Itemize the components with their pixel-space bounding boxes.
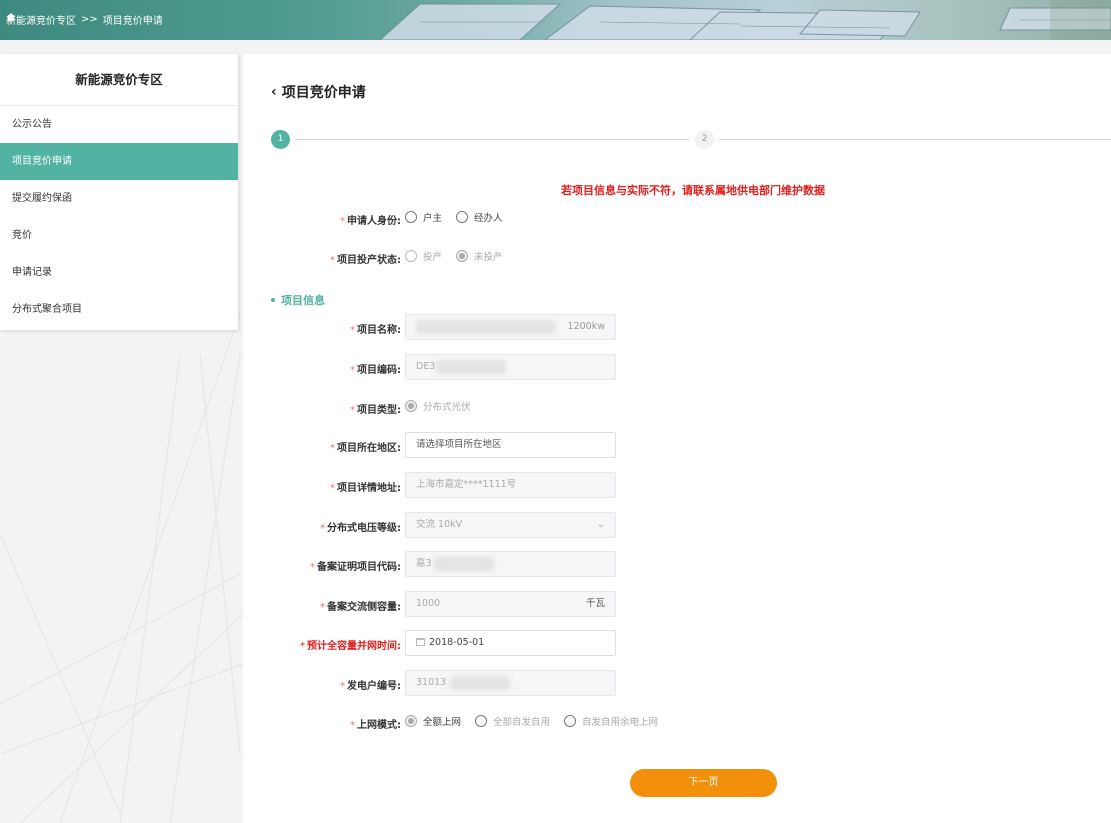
voltage-row: * 分布式电压等级: 交流 10kV ⌄	[243, 512, 1111, 538]
radio-distributed-pv[interactable]: 分布式光伏	[405, 399, 471, 413]
sidebar-item-application-records[interactable]: 申请记录	[0, 254, 238, 291]
home-icon[interactable]	[6, 12, 16, 22]
radio-self-use-surplus[interactable]: 自发自用余电上网	[564, 714, 658, 728]
radio-circle[interactable]	[405, 250, 417, 262]
step-connector	[295, 139, 689, 140]
grid-time-datepicker[interactable]: 2018-05-01	[405, 630, 616, 656]
radio-in-production[interactable]: 投产	[405, 249, 442, 263]
sidebar-item-bidding[interactable]: 竞价	[0, 217, 238, 254]
breadcrumb: 新能源竞价专区 >> 项目竞价申请	[6, 12, 163, 27]
radio-circle-selected[interactable]	[405, 400, 417, 412]
radio-circle-selected[interactable]	[405, 715, 417, 727]
data-warning-text: 若项目信息与实际不符，请联系属地供电部门维护数据	[561, 184, 825, 197]
sidebar-item-performance-guarantee[interactable]: 提交履约保函	[0, 180, 238, 217]
sidebar: 新能源竞价专区 公示公告 项目竞价申请 提交履约保函 竞价 申请记录 分布式聚合…	[0, 54, 238, 330]
project-code-label: * 项目编码:	[350, 365, 401, 376]
radio-self-use[interactable]: 全部自发自用	[475, 714, 550, 728]
applicant-row: * 申请人身份: 户主 经办人	[243, 206, 1111, 230]
project-type-label: * 项目类型:	[350, 405, 401, 416]
radio-not-in-production[interactable]: 未投产	[456, 249, 503, 263]
project-status-label: * 项目投产状态:	[330, 255, 401, 266]
capacity-label: * 备案交流侧容量:	[320, 602, 401, 613]
radio-circle[interactable]	[405, 211, 417, 223]
household-label: * 发电户编号:	[340, 681, 401, 692]
project-info-section-title: 项目信息	[271, 292, 325, 308]
radio-circle[interactable]	[475, 715, 488, 727]
redacted-value	[434, 557, 494, 571]
household-field[interactable]: 31013	[405, 670, 616, 696]
region-select[interactable]: 请选择项目所在地区	[405, 432, 616, 458]
radio-circle[interactable]	[456, 211, 469, 223]
chevron-left-icon[interactable]: ‹	[271, 84, 277, 100]
project-name-label: * 项目名称:	[350, 325, 401, 336]
record-code-label: * 备案证明项目代码:	[310, 562, 401, 573]
applicant-label: * 申请人身份:	[340, 216, 401, 227]
solar-panel-banner-image	[379, 0, 1111, 40]
address-row: * 项目详情地址: 上海市嘉定****1111号	[243, 472, 1111, 498]
record-code-field[interactable]: 嘉3	[405, 551, 616, 577]
address-field[interactable]: 上海市嘉定****1111号	[405, 472, 616, 498]
project-code-row: * 项目编码: DE3	[243, 354, 1111, 380]
project-code-field[interactable]: DE3	[405, 354, 616, 380]
step-2: 2	[695, 130, 714, 149]
sidebar-item-bid-application[interactable]: 项目竞价申请	[0, 143, 238, 180]
radio-circle-selected[interactable]	[456, 250, 469, 262]
sidebar-item-distributed-projects[interactable]: 分布式聚合项目	[0, 291, 238, 328]
section-dot-icon	[271, 298, 275, 302]
calendar-icon	[416, 638, 425, 646]
chevron-down-icon[interactable]: ⌄	[597, 513, 605, 537]
next-button[interactable]: 下一页	[630, 769, 777, 797]
grid-mode-label: * 上网模式:	[350, 720, 401, 731]
radio-owner[interactable]: 户主	[405, 210, 442, 224]
record-code-row: * 备案证明项目代码: 嘉3	[243, 551, 1111, 577]
radio-agent[interactable]: 经办人	[456, 210, 503, 224]
grid-mode-row: * 上网模式: 全额上网 全部自发自用 自发自用余电上网	[243, 710, 1111, 734]
region-label: * 项目所在地区:	[330, 443, 401, 454]
redacted-value	[436, 360, 506, 374]
top-banner: 新能源竞价专区 >> 项目竞价申请	[0, 0, 1111, 40]
radio-circle[interactable]	[564, 715, 577, 727]
breadcrumb-level-1[interactable]: 新能源竞价专区	[6, 12, 76, 27]
step-1-active: 1	[271, 130, 290, 149]
redacted-value	[416, 320, 556, 334]
project-type-row: * 项目类型: 分布式光伏	[243, 395, 1111, 419]
project-name-row: * 项目名称: 1200kw	[243, 314, 1111, 340]
project-name-field[interactable]: 1200kw	[405, 314, 616, 340]
address-label: * 项目详情地址:	[330, 483, 401, 494]
header-spacer	[0, 40, 1111, 54]
capacity-row: * 备案交流侧容量: 1000 千瓦	[243, 591, 1111, 617]
stepper: 1 2	[271, 130, 1111, 150]
page-title-text: 项目竞价申请	[281, 85, 366, 101]
page-title[interactable]: ‹ 项目竞价申请	[271, 82, 366, 102]
capacity-field[interactable]: 1000 千瓦	[405, 591, 616, 617]
region-row: * 项目所在地区: 请选择项目所在地区	[243, 432, 1111, 458]
breadcrumb-separator: >>	[81, 14, 98, 25]
household-row: * 发电户编号: 31013	[243, 670, 1111, 696]
redacted-value	[450, 676, 510, 690]
voltage-label: * 分布式电压等级:	[320, 523, 401, 534]
sidebar-title: 新能源竞价专区	[0, 54, 238, 106]
step-connector-tail	[719, 139, 1111, 140]
grid-time-row: * 预计全容量并网时间: 2018-05-01	[243, 630, 1111, 656]
sidebar-item-announcements[interactable]: 公示公告	[0, 106, 238, 143]
project-status-row: * 项目投产状态: 投产 未投产	[243, 245, 1111, 269]
main-content: ‹ 项目竞价申请 1 2 若项目信息与实际不符，请联系属地供电部门维护数据 * 申…	[243, 54, 1111, 823]
grid-time-label: * 预计全容量并网时间:	[300, 641, 401, 652]
voltage-select[interactable]: 交流 10kV ⌄	[405, 512, 616, 538]
radio-full-grid[interactable]: 全额上网	[405, 714, 461, 728]
breadcrumb-level-2: 项目竞价申请	[102, 16, 163, 27]
